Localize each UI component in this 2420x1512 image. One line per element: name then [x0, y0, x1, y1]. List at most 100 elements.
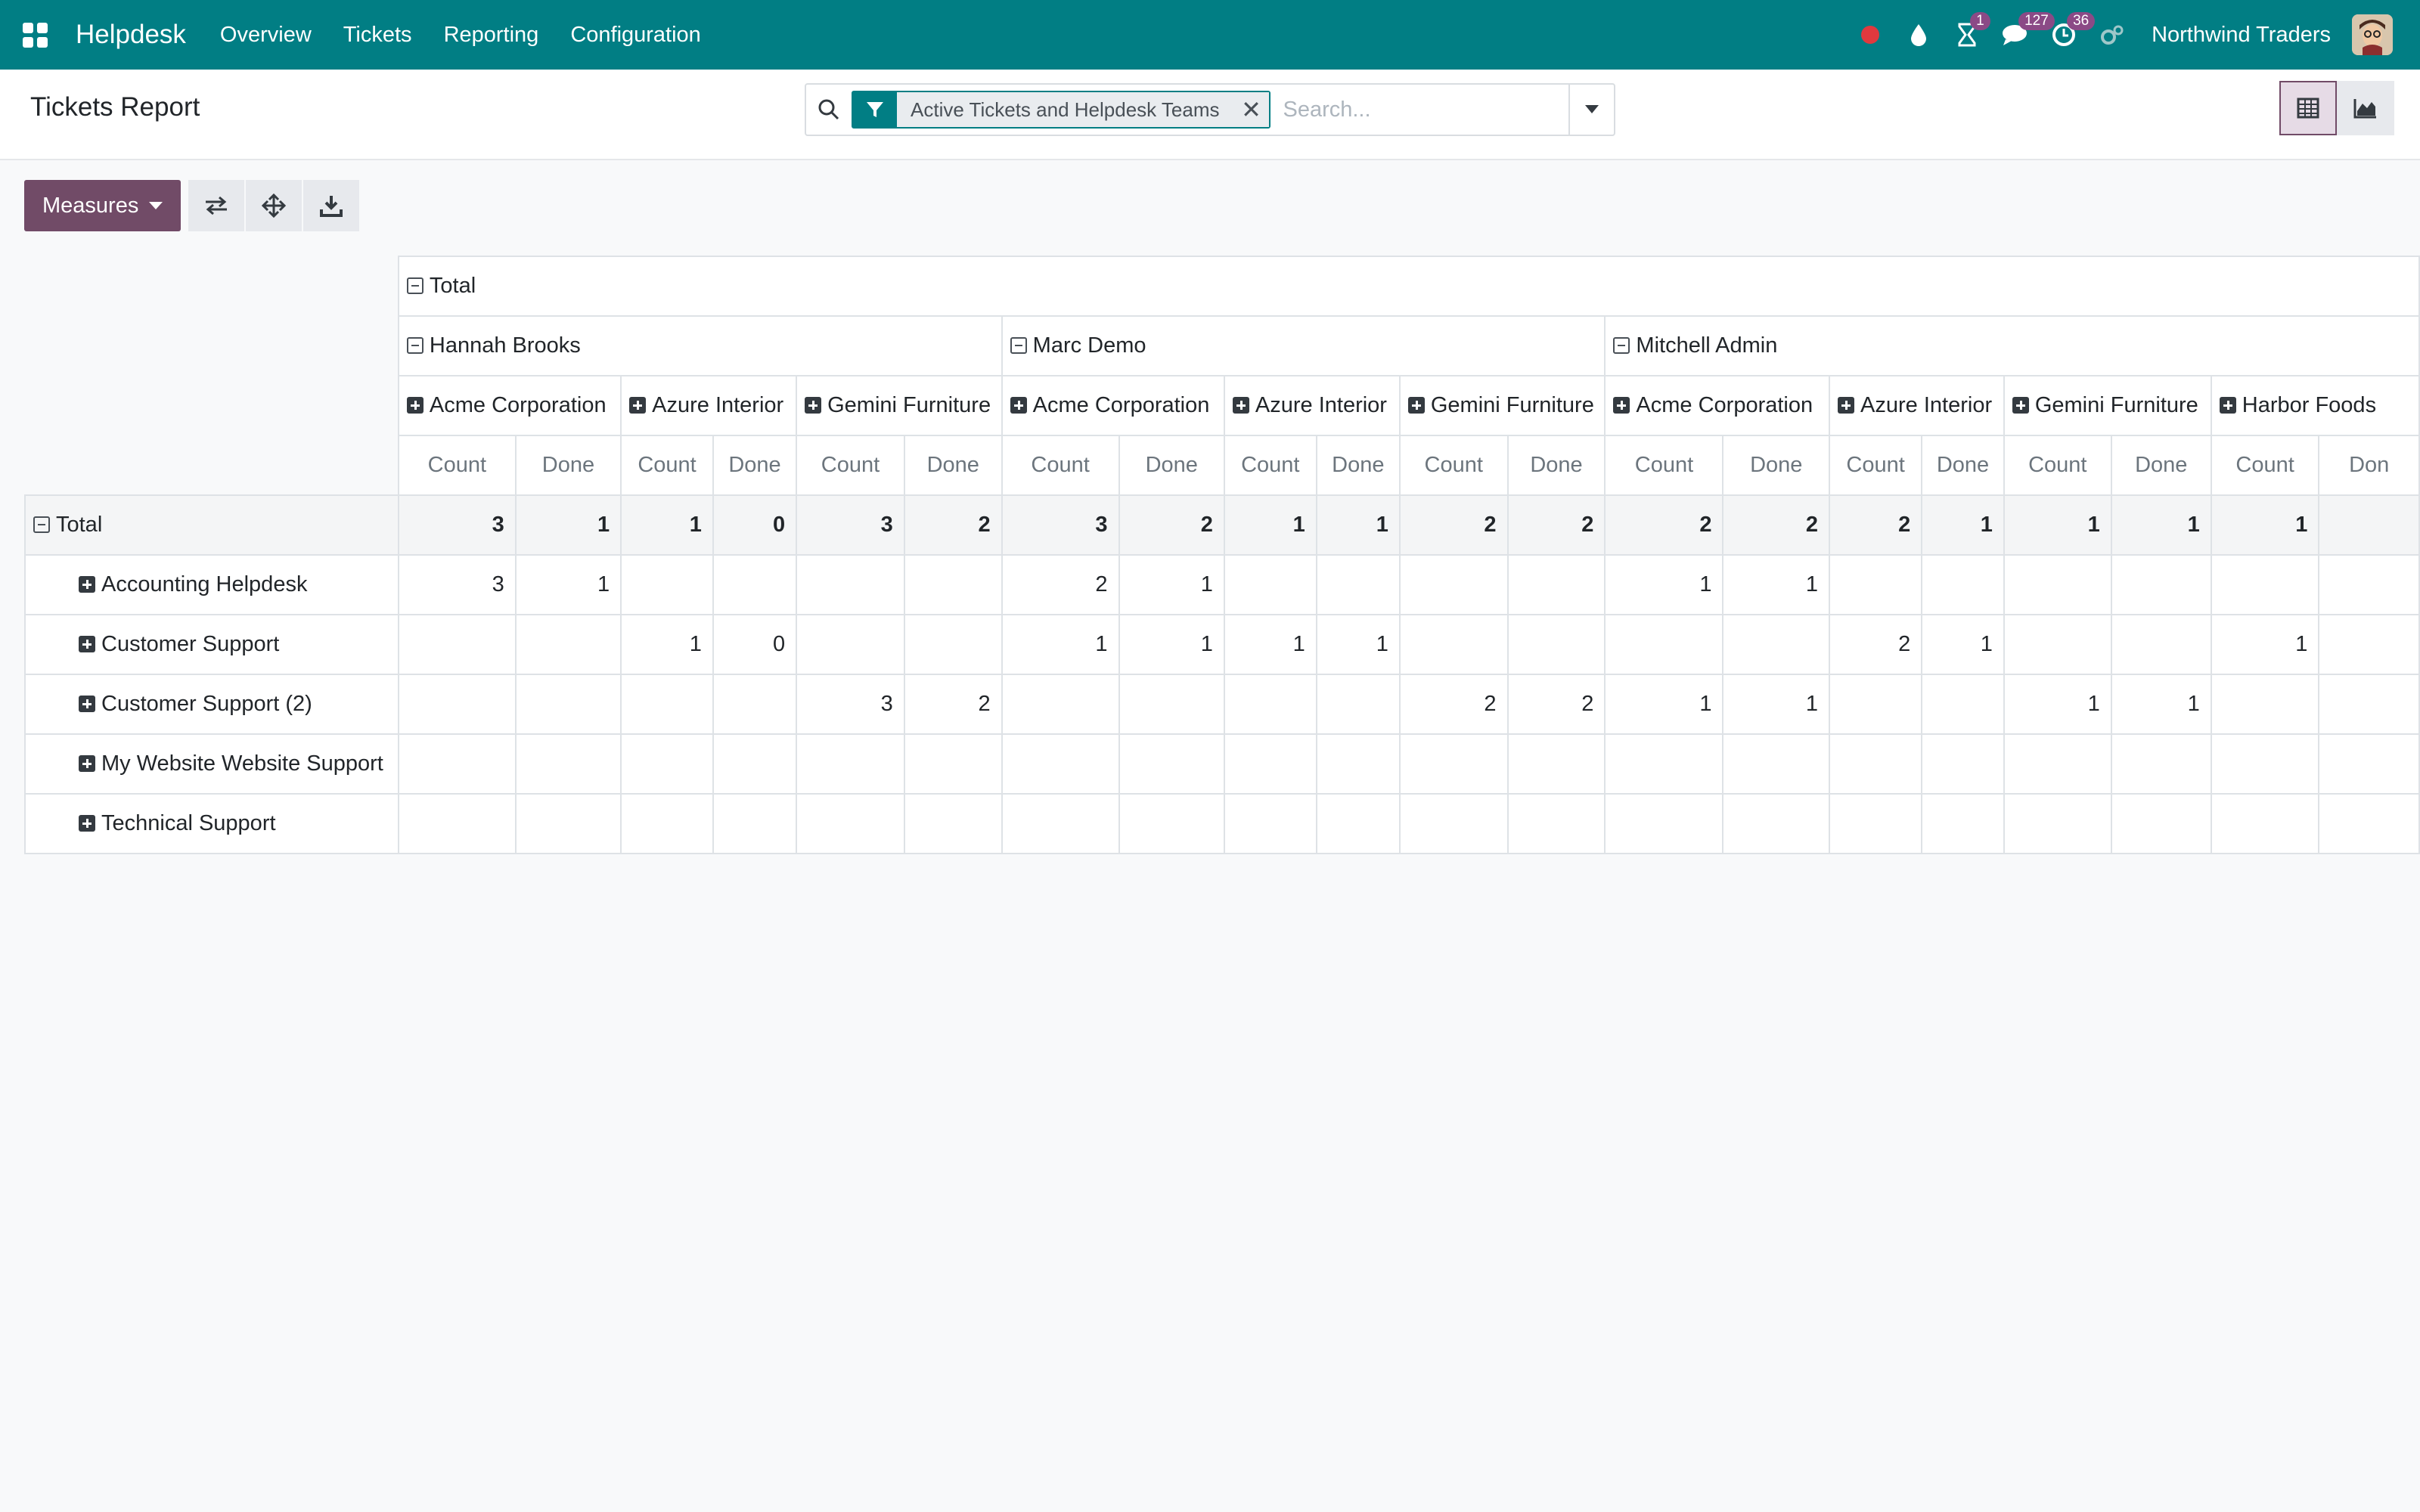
pivot-cell[interactable]: 1	[1223, 494, 1317, 556]
col-header-customer[interactable]: Azure Interior	[620, 375, 798, 436]
pivot-cell[interactable]: 2	[1722, 494, 1831, 556]
pivot-cell[interactable]: 1	[620, 494, 714, 556]
pivot-cell[interactable]	[397, 793, 517, 854]
pivot-cell[interactable]: 1	[1001, 614, 1120, 675]
pivot-cell[interactable]	[1722, 793, 1831, 854]
pivot-cell[interactable]: 2	[1398, 674, 1509, 735]
pivot-cell[interactable]	[1001, 793, 1120, 854]
pivot-cell[interactable]: 2	[1506, 674, 1606, 735]
pivot-cell[interactable]: 1	[514, 494, 622, 556]
pivot-cell[interactable]: 3	[796, 674, 905, 735]
pivot-cell[interactable]	[1829, 733, 1923, 795]
user-avatar[interactable]	[2352, 14, 2393, 55]
pivot-cell[interactable]: 1	[1315, 614, 1401, 675]
activity-hourglass-icon[interactable]: 1	[1943, 0, 1991, 70]
pivot-cell[interactable]	[1829, 674, 1923, 735]
pivot-cell[interactable]	[1921, 674, 2005, 735]
pivot-cell[interactable]	[1001, 674, 1120, 735]
pivot-cell[interactable]	[1506, 733, 1606, 795]
pivot-cell[interactable]	[620, 733, 714, 795]
pivot-cell[interactable]	[1118, 674, 1225, 735]
pivot-cell[interactable]: 2	[1506, 494, 1606, 556]
pivot-cell[interactable]	[1604, 793, 1724, 854]
pivot-cell[interactable]	[2003, 554, 2112, 615]
pivot-cell[interactable]	[2210, 793, 2320, 854]
measure-header[interactable]: Done	[1506, 435, 1606, 496]
measure-header[interactable]: Count	[1223, 435, 1317, 496]
pivot-cell[interactable]: 2	[1829, 614, 1923, 675]
pivot-cell[interactable]	[903, 793, 1003, 854]
pivot-cell[interactable]	[712, 793, 798, 854]
pivot-cell[interactable]: 0	[712, 494, 798, 556]
pivot-cell[interactable]	[2003, 733, 2112, 795]
pivot-cell[interactable]	[1223, 554, 1317, 615]
pivot-cell[interactable]: 1	[1118, 614, 1225, 675]
pivot-cell[interactable]: 1	[2003, 674, 2112, 735]
row-header-team[interactable]: Accounting Helpdesk	[24, 554, 399, 615]
pivot-cell[interactable]	[620, 793, 714, 854]
pivot-cell[interactable]	[796, 614, 905, 675]
pivot-cell[interactable]: 1	[2110, 674, 2212, 735]
measure-header[interactable]: Done	[1722, 435, 1831, 496]
pivot-cell[interactable]	[1604, 733, 1724, 795]
col-header-user[interactable]: Mitchell Admin	[1604, 315, 2420, 376]
pivot-cell[interactable]	[2318, 494, 2420, 556]
pivot-cell[interactable]	[514, 614, 622, 675]
pivot-cell[interactable]	[1398, 554, 1509, 615]
pivot-cell[interactable]	[712, 733, 798, 795]
pivot-cell[interactable]: 3	[397, 554, 517, 615]
pivot-cell[interactable]	[1223, 793, 1317, 854]
pivot-cell[interactable]: 1	[1921, 494, 2005, 556]
pivot-cell[interactable]	[514, 733, 622, 795]
measure-header[interactable]: Done	[1921, 435, 2005, 496]
pivot-cell[interactable]	[620, 674, 714, 735]
recording-dot-icon[interactable]	[1846, 0, 1894, 70]
measures-dropdown-button[interactable]: Measures	[24, 180, 182, 231]
pivot-cell[interactable]	[1398, 733, 1509, 795]
measure-header[interactable]: Count	[1001, 435, 1120, 496]
expand-all-button[interactable]	[246, 180, 302, 231]
pivot-cell[interactable]	[2003, 793, 2112, 854]
col-header-customer[interactable]: Gemini Furniture	[1398, 375, 1606, 436]
pivot-cell[interactable]	[1118, 793, 1225, 854]
pivot-cell[interactable]	[1921, 733, 2005, 795]
flip-axis-button[interactable]	[188, 180, 245, 231]
pivot-cell[interactable]	[1506, 793, 1606, 854]
pivot-cell[interactable]: 2	[903, 494, 1003, 556]
pivot-cell[interactable]	[2318, 733, 2420, 795]
measure-header[interactable]: Count	[397, 435, 517, 496]
measure-header[interactable]: Count	[1604, 435, 1724, 496]
col-header-customer[interactable]: Acme Corporation	[1001, 375, 1225, 436]
pivot-cell[interactable]: 1	[1604, 674, 1724, 735]
row-header-team[interactable]: Customer Support	[24, 614, 399, 675]
col-header-total[interactable]: Total	[397, 256, 2420, 317]
pivot-cell[interactable]	[1118, 733, 1225, 795]
pivot-cell[interactable]	[1315, 674, 1401, 735]
row-header-total[interactable]: Total	[24, 494, 399, 556]
pivot-cell[interactable]: 0	[712, 614, 798, 675]
pivot-cell[interactable]	[796, 793, 905, 854]
menu-tickets[interactable]: Tickets	[327, 23, 428, 48]
col-header-customer[interactable]: Acme Corporation	[397, 375, 622, 436]
pivot-cell[interactable]	[712, 554, 798, 615]
pivot-cell[interactable]: 3	[397, 494, 517, 556]
pivot-cell[interactable]	[397, 614, 517, 675]
pivot-cell[interactable]	[2318, 793, 2420, 854]
measure-header[interactable]: Done	[514, 435, 622, 496]
pivot-cell[interactable]	[1223, 674, 1317, 735]
pivot-cell[interactable]	[620, 554, 714, 615]
measure-header[interactable]: Count	[2210, 435, 2320, 496]
col-header-customer[interactable]: Gemini Furniture	[796, 375, 1003, 436]
row-header-team[interactable]: Customer Support (2)	[24, 674, 399, 735]
pivot-cell[interactable]: 1	[1604, 554, 1724, 615]
pivot-cell[interactable]	[796, 554, 905, 615]
pivot-cell[interactable]	[903, 733, 1003, 795]
col-header-user[interactable]: Hannah Brooks	[397, 315, 1003, 376]
pivot-cell[interactable]	[514, 674, 622, 735]
pivot-cell[interactable]: 1	[1921, 614, 2005, 675]
pivot-cell[interactable]	[2318, 614, 2420, 675]
menu-reporting[interactable]: Reporting	[428, 23, 555, 48]
apps-menu-icon[interactable]	[0, 0, 70, 70]
pivot-cell[interactable]	[2110, 733, 2212, 795]
app-brand[interactable]: Helpdesk	[76, 20, 186, 50]
